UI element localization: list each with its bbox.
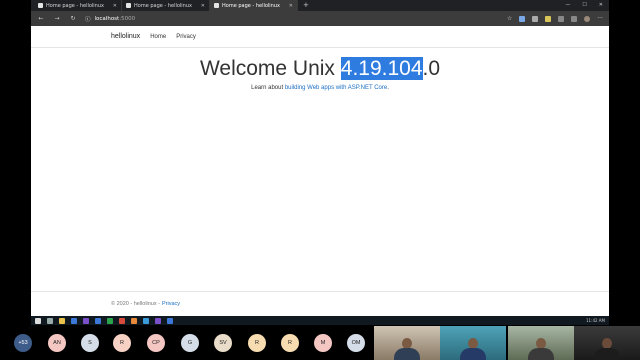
close-window-icon[interactable]: ✕ (599, 0, 603, 11)
info-icon[interactable]: ⓘ (85, 15, 91, 23)
participant-avatar[interactable]: R (281, 334, 299, 352)
profile-icon[interactable] (584, 15, 591, 22)
learn-text: Learn about building Web apps with ASP.N… (31, 85, 609, 91)
more-menu-icon[interactable]: ··· (597, 15, 603, 22)
collections-icon[interactable] (571, 15, 578, 22)
participant-avatar[interactable]: SV (214, 334, 232, 352)
browser-window: Home page - hellolinux ✕ Home page - hel… (31, 0, 609, 316)
nav-privacy[interactable]: Privacy (176, 34, 196, 40)
participant-video[interactable] (508, 326, 574, 360)
extension-icons: ☆ ··· (507, 15, 603, 22)
participant-avatar[interactable]: G (181, 334, 199, 352)
site-brand[interactable]: hellolinux (111, 33, 140, 40)
taskbar-app-icon[interactable] (71, 317, 77, 324)
person-image (394, 338, 420, 360)
taskbar-app-icon[interactable] (107, 317, 113, 324)
nav-home[interactable]: Home (150, 34, 166, 40)
back-icon[interactable]: ← (37, 15, 45, 22)
participant-video[interactable] (374, 326, 440, 360)
taskbar-app-icon[interactable] (155, 317, 161, 324)
tab-title: Home page - hellolinux (134, 2, 192, 9)
maximize-icon[interactable]: ☐ (582, 0, 586, 11)
site-navbar: hellolinux Home Privacy (31, 26, 609, 48)
page-title: Welcome Unix 4.19.104.0 (31, 56, 609, 82)
learn-link[interactable]: building Web apps with ASP.NET Core (285, 85, 387, 91)
taskbar-app-icon[interactable] (59, 317, 65, 324)
footer-privacy-link[interactable]: Privacy (162, 301, 180, 307)
site-footer: © 2020 - hellolinux - Privacy (31, 291, 609, 316)
footer-copyright: © 2020 - hellolinux - (111, 301, 160, 307)
tab-strip: Home page - hellolinux ✕ Home page - hel… (31, 0, 609, 11)
person-image (460, 338, 486, 360)
taskbar-clock[interactable]: 11:42 AM (586, 318, 605, 323)
more-participants-badge[interactable]: +53 (14, 334, 32, 352)
close-icon[interactable]: ✕ (289, 3, 293, 9)
participant-avatar[interactable]: S (81, 334, 99, 352)
screen: Home page - hellolinux ✕ Home page - hel… (0, 0, 640, 360)
taskbar-app-icon[interactable] (83, 317, 89, 324)
title-suffix: .0 (422, 57, 441, 80)
address-bar[interactable]: ⓘ localhost:5000 (85, 15, 135, 23)
page-icon (214, 3, 219, 8)
tab-title: Home page - hellolinux (222, 2, 280, 9)
learn-prefix: Learn about (251, 85, 285, 91)
extension-icon[interactable] (532, 15, 539, 22)
system-tray: 11:42 AM (586, 318, 609, 323)
taskbar-app-icon[interactable] (131, 317, 137, 324)
participant-avatar[interactable]: AN (48, 334, 66, 352)
participant-avatar[interactable]: R (113, 334, 131, 352)
participant-video[interactable] (574, 326, 640, 360)
close-icon[interactable]: ✕ (201, 3, 205, 9)
page-icon (38, 3, 43, 8)
taskbar-app-icon[interactable] (95, 317, 101, 324)
tab-title: Home page - hellolinux (46, 2, 104, 9)
participant-avatar[interactable]: R (248, 334, 266, 352)
selected-version-text: 4.19.104 (340, 57, 423, 80)
title-prefix: Welcome Unix (199, 57, 341, 80)
url-port: :5000 (119, 15, 136, 22)
star-icon[interactable]: ☆ (507, 15, 512, 22)
taskbar-app-icon[interactable] (47, 317, 53, 324)
windows-taskbar: 11:42 AM (31, 316, 609, 325)
participant-avatar[interactable]: OM (347, 334, 365, 352)
taskbar-app-icon[interactable] (143, 317, 149, 324)
close-icon[interactable]: ✕ (113, 3, 117, 9)
window-controls: — ☐ ✕ (565, 0, 609, 11)
minimize-icon[interactable]: — (565, 0, 570, 11)
learn-suffix: . (387, 85, 389, 91)
start-icon[interactable] (35, 317, 41, 324)
taskbar-app-icon[interactable] (167, 317, 173, 324)
participant-avatar[interactable]: M (314, 334, 332, 352)
meeting-participants-bar: +53 AN S R CP G SV R R M OM (0, 326, 640, 360)
extension-icon[interactable] (545, 15, 552, 22)
browser-tab-1[interactable]: Home page - hellolinux ✕ (34, 0, 122, 11)
new-tab-button[interactable]: + (298, 0, 314, 11)
hero-section: Welcome Unix 4.19.104.0 Learn about buil… (31, 56, 609, 91)
person-image (594, 338, 620, 360)
extension-icon[interactable] (558, 15, 565, 22)
participant-avatar[interactable]: CP (147, 334, 165, 352)
taskbar-app-icon[interactable] (119, 317, 125, 324)
url-host: localhost (94, 15, 120, 22)
browser-tab-2[interactable]: Home page - hellolinux ✕ (122, 0, 210, 11)
browser-toolbar: ← → ↻ ⓘ localhost:5000 ☆ ··· (31, 11, 609, 26)
forward-icon[interactable]: → (53, 15, 61, 22)
browser-tab-3[interactable]: Home page - hellolinux ✕ (210, 0, 298, 11)
page-icon (126, 3, 131, 8)
person-image (528, 338, 554, 360)
refresh-icon[interactable]: ↻ (69, 15, 77, 22)
participant-video[interactable] (440, 326, 506, 360)
extension-icon[interactable] (519, 15, 526, 22)
